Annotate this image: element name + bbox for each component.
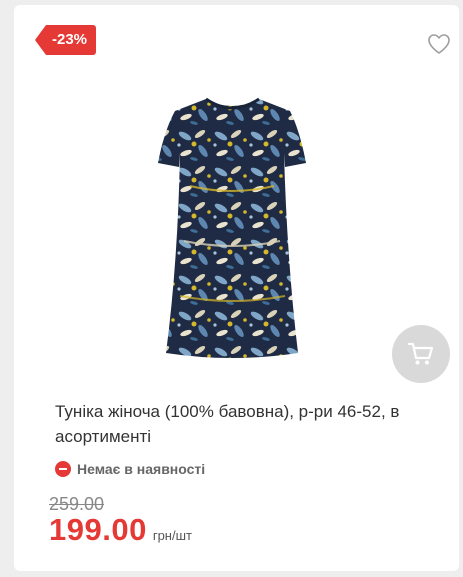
price-unit: грн/шт: [152, 528, 192, 543]
stock-status: Немає в наявності: [55, 460, 205, 478]
shopping-cart-icon: [407, 342, 434, 365]
product-title[interactable]: Туніка жіноча (100% бавовна), р-ри 46-52…: [55, 399, 445, 449]
stock-status-text: Немає в наявності: [77, 461, 206, 477]
add-to-cart-button[interactable]: [392, 325, 450, 383]
minus-circle-icon: [55, 461, 71, 477]
price-row: 199.00 грн/шт: [49, 512, 192, 548]
current-price: 199.00: [49, 512, 147, 547]
wishlist-heart-icon[interactable]: [427, 33, 451, 55]
product-image[interactable]: [140, 91, 325, 361]
product-card[interactable]: -23% Туніка жіноча (100% бавовна), р-ри …: [14, 5, 459, 571]
discount-badge: -23%: [34, 25, 97, 55]
